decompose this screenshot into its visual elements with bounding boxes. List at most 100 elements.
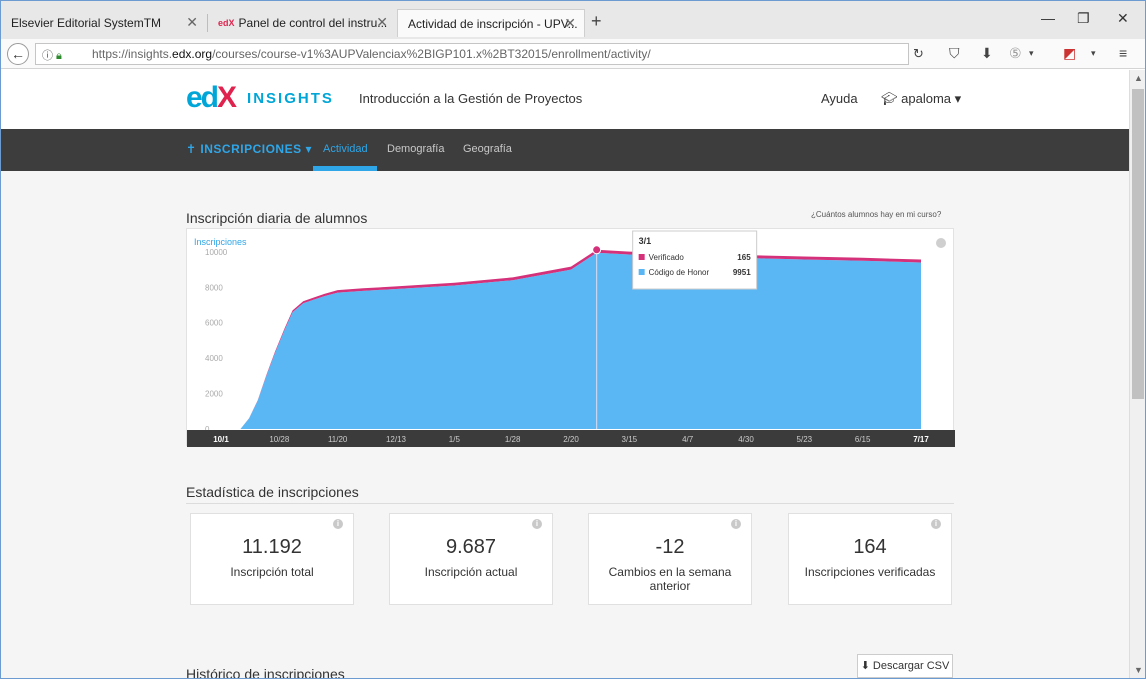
x-tick-label: 1/28 [505, 435, 521, 444]
tab-panel-control[interactable]: edX Panel de control del instru... ✕ [208, 9, 396, 37]
user-menu[interactable]: 🎓︎ apaloma ▾ [881, 91, 961, 107]
chevron-down-icon[interactable]: ▾ [1091, 48, 1096, 59]
address-bar[interactable]: ⓘ 🔒︎ https://insights.edx.org/courses/cou… [35, 43, 909, 65]
enrollment-chart[interactable]: Inscripciones 0 2000 4000 6000 8000 10000 10/1 1… [186, 228, 955, 447]
x-tick-label: 5/23 [797, 435, 813, 444]
stat-label: Inscripción total [230, 565, 314, 579]
chevron-down-icon: ▾ [954, 91, 962, 106]
x-tick-label: 1/5 [449, 435, 461, 444]
tooltip-series-value: 165 [737, 253, 751, 262]
lock-icon: 🔒︎ [56, 50, 62, 62]
scroll-down-icon[interactable]: ▼ [1134, 665, 1143, 675]
tooltip-series-name: Código de Honor [649, 268, 710, 277]
history-title: Histórico de inscripciones [186, 666, 345, 679]
stats-title: Estadística de inscripciones [186, 484, 359, 500]
close-tab-icon[interactable]: ✕ [376, 14, 388, 31]
stat-value: 11.192 [242, 536, 302, 558]
tooltip-series-value: 9951 [733, 268, 751, 277]
site-info-icon[interactable]: ⓘ 🔒︎ [42, 47, 62, 63]
y-axis-label: Inscripciones [194, 237, 247, 247]
info-icon[interactable]: i [532, 519, 542, 529]
tab-geografia[interactable]: Geografía [463, 143, 512, 155]
navigation-bar: ← ⓘ 🔒︎ https://insights.edx.org/courses/c… [1, 39, 1145, 69]
tab-elsevier[interactable]: Elsevier Editorial SystemTM ✕ [1, 9, 206, 37]
stat-value: -12 [655, 536, 685, 558]
chevron-down-icon: ▾ [305, 142, 312, 156]
minimize-icon[interactable]: — [1041, 10, 1055, 26]
divider [186, 503, 954, 504]
tab-demografia[interactable]: Demografía [387, 143, 444, 155]
help-link[interactable]: Ayuda [821, 91, 858, 106]
x-tick-label: 6/15 [855, 435, 871, 444]
close-tab-icon[interactable]: ✕ [564, 15, 576, 32]
active-tab-indicator [313, 166, 377, 171]
stat-value: 164 [853, 536, 887, 558]
back-button[interactable]: ← [7, 43, 29, 65]
x-tick-label: 11/20 [328, 435, 348, 444]
stat-card-verified: i 164 Inscripciones verificadas [788, 513, 952, 605]
edx-insights-logo[interactable]: edX INSIGHTS [186, 81, 334, 114]
logo-text: INSIGHTS [247, 89, 334, 107]
stat-label: Inscripciones verificadas [804, 565, 936, 579]
area-codigo-de-honor [221, 252, 921, 429]
course-title: Introducción a la Gestión de Proyectos [359, 91, 583, 106]
browser-window: Elsevier Editorial SystemTM ✕ edX Panel … [0, 0, 1146, 679]
sub-navigation: ✝ INSCRIPCIONES ▾ Actividad Demografía G… [1, 129, 1129, 171]
x-tick-label: 2/20 [563, 435, 579, 444]
tab-title: Elsevier Editorial SystemTM [11, 16, 162, 30]
x-tick-label: 3/15 [622, 435, 638, 444]
extension-icon[interactable]: ⑤ [1009, 45, 1022, 62]
y-tick-label: 6000 [205, 319, 223, 328]
students-help-link[interactable]: ¿Cuántos alumnos hay en mi curso? [811, 210, 941, 219]
stat-card-weekly-change: i -12 Cambios en la semana anterior [588, 513, 752, 605]
stat-label: Inscripción actual [424, 565, 518, 579]
edx-favicon-icon: edX [218, 18, 235, 28]
download-csv-button[interactable]: ⬇ Descargar CSV [857, 654, 953, 678]
scroll-up-icon[interactable]: ▲ [1134, 73, 1143, 83]
person-icon: ✝ [186, 142, 197, 156]
restore-icon[interactable]: ❐ [1077, 10, 1090, 27]
y-tick-label: 4000 [205, 354, 223, 363]
x-tick-label: 12/13 [386, 435, 407, 444]
new-tab-icon[interactable]: + [591, 11, 602, 32]
menu-icon[interactable]: ≡ [1119, 45, 1127, 61]
edx-logo-icon: edX [186, 81, 237, 114]
scrollbar-thumb[interactable] [1132, 89, 1144, 399]
tooltip-swatch [638, 254, 645, 260]
graduation-cap-icon: 🎓︎ [881, 91, 898, 106]
tooltip-series-name: Verificado [649, 253, 685, 262]
x-tick-label: 10/1 [213, 435, 229, 444]
stat-card-total: i 11.192 Inscripción total [190, 513, 354, 605]
download-icon[interactable]: ⬇ [981, 45, 993, 62]
chart-canvas[interactable]: Inscripciones020004000600080001000010/1 1… [187, 229, 955, 447]
section-dropdown[interactable]: ✝ INSCRIPCIONES ▾ [186, 142, 312, 156]
chevron-down-icon[interactable]: ▾ [1029, 48, 1034, 59]
x-tick-label: 4/30 [738, 435, 754, 444]
tab-actividad[interactable]: Actividad de inscripción - UPV... ✕ [397, 9, 585, 37]
close-tab-icon[interactable]: ✕ [186, 14, 198, 31]
page-content: edX INSIGHTS Introducción a la Gestión d… [1, 70, 1129, 679]
chart-title: Inscripción diaria de alumnos [186, 210, 368, 226]
url-text: https://insights.edx.org/courses/course-… [92, 47, 651, 61]
tab-title: Panel de control del instru... [238, 16, 388, 30]
info-icon[interactable]: i [931, 519, 941, 529]
pocket-icon[interactable]: ⛉ [949, 45, 960, 62]
site-header: edX INSIGHTS Introducción a la Gestión d… [1, 70, 1129, 129]
chart-info-icon [936, 238, 946, 248]
translate-extension-icon[interactable]: ◩ [1063, 45, 1076, 62]
close-window-icon[interactable]: ✕ [1117, 10, 1129, 27]
info-icon[interactable]: i [731, 519, 741, 529]
tooltip-date: 3/1 [639, 236, 652, 246]
info-icon[interactable]: i [333, 519, 343, 529]
y-tick-label: 2000 [205, 390, 223, 399]
tooltip-swatch [638, 269, 645, 275]
x-tick-label: 4/7 [682, 435, 694, 444]
download-icon: ⬇ [860, 660, 870, 672]
x-tick-label: 10/28 [269, 435, 290, 444]
tab-title: Actividad de inscripción - UPV... [408, 16, 578, 31]
hover-point [592, 245, 602, 255]
tab-actividad[interactable]: Actividad [323, 143, 368, 155]
reload-icon[interactable]: ↻ [913, 46, 924, 62]
user-name: apaloma [901, 91, 952, 106]
y-tick-label: 10000 [205, 248, 228, 257]
